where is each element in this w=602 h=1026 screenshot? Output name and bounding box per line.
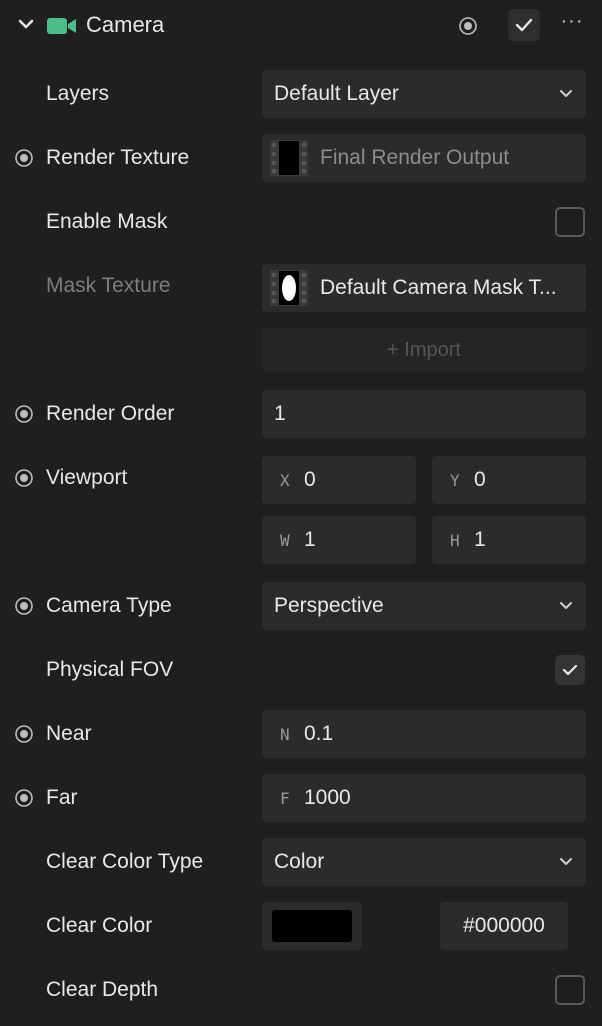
clear-depth-checkbox[interactable] bbox=[555, 975, 585, 1005]
clear-depth-label: Clear Depth bbox=[46, 978, 159, 1001]
viewport-animate-icon[interactable] bbox=[14, 468, 34, 488]
chevron-down-icon bbox=[560, 90, 572, 97]
layers-dropdown[interactable]: Default Layer bbox=[262, 70, 586, 118]
render-texture-label: Render Texture bbox=[46, 146, 190, 169]
physical-fov-label: Physical FOV bbox=[46, 658, 174, 681]
clear-color-type-label: Clear Color Type bbox=[46, 850, 204, 873]
clear-color-hex-input[interactable]: #000000 bbox=[440, 902, 568, 950]
clear-color-type-dropdown[interactable]: Color bbox=[262, 838, 586, 886]
near-label: Near bbox=[46, 722, 92, 745]
render-texture-value: Final Render Output bbox=[320, 146, 510, 169]
near-input[interactable]: N 0.1 bbox=[262, 710, 586, 758]
physical-fov-checkbox[interactable] bbox=[555, 655, 585, 685]
animate-toggle-icon[interactable] bbox=[458, 16, 478, 36]
clear-color-picker[interactable] bbox=[262, 902, 362, 950]
render-order-animate-icon[interactable] bbox=[14, 404, 34, 424]
y-prefix: Y bbox=[450, 471, 460, 490]
enable-mask-checkbox[interactable] bbox=[555, 207, 585, 237]
viewport-y-input[interactable]: Y 0 bbox=[432, 456, 586, 504]
mask-texture-label: Mask Texture bbox=[46, 274, 171, 297]
viewport-x-value: 0 bbox=[304, 468, 316, 491]
check-icon bbox=[562, 664, 578, 676]
viewport-y-value: 0 bbox=[474, 468, 486, 491]
near-animate-icon[interactable] bbox=[14, 724, 34, 744]
mask-texture-value: Default Camera Mask T... bbox=[320, 276, 557, 299]
camera-type-animate-icon[interactable] bbox=[14, 596, 34, 616]
component-title: Camera bbox=[86, 12, 165, 37]
mask-thumbnail-icon bbox=[270, 270, 308, 306]
viewport-h-value: 1 bbox=[474, 528, 486, 551]
camera-component-header: Camera ··· bbox=[0, 0, 602, 52]
viewport-w-value: 1 bbox=[304, 528, 316, 551]
far-input[interactable]: F 1000 bbox=[262, 774, 586, 822]
enable-mask-label: Enable Mask bbox=[46, 210, 168, 233]
collapse-chevron-icon[interactable] bbox=[18, 16, 34, 32]
w-prefix: W bbox=[280, 531, 290, 550]
far-label: Far bbox=[46, 786, 78, 809]
check-icon bbox=[515, 18, 533, 32]
render-order-input[interactable]: 1 bbox=[262, 390, 586, 438]
import-button[interactable]: + Import bbox=[262, 328, 586, 372]
viewport-w-input[interactable]: W 1 bbox=[262, 516, 416, 564]
mask-texture-field[interactable]: Default Camera Mask T... bbox=[262, 264, 586, 312]
color-swatch bbox=[272, 910, 352, 942]
viewport-h-input[interactable]: H 1 bbox=[432, 516, 586, 564]
viewport-label: Viewport bbox=[46, 466, 128, 489]
texture-thumbnail-icon bbox=[270, 140, 308, 176]
clear-color-type-value: Color bbox=[274, 850, 325, 873]
layers-value: Default Layer bbox=[274, 82, 399, 105]
near-value: 0.1 bbox=[304, 722, 334, 745]
x-prefix: X bbox=[280, 471, 290, 490]
more-options-button[interactable]: ··· bbox=[556, 10, 588, 40]
chevron-down-icon bbox=[560, 858, 572, 865]
h-prefix: H bbox=[450, 531, 460, 550]
render-texture-animate-icon[interactable] bbox=[14, 148, 34, 168]
render-texture-field[interactable]: Final Render Output bbox=[262, 134, 586, 182]
viewport-x-input[interactable]: X 0 bbox=[262, 456, 416, 504]
far-value: 1000 bbox=[304, 786, 351, 809]
clear-color-label: Clear Color bbox=[46, 914, 153, 937]
component-enabled-checkbox[interactable] bbox=[508, 9, 540, 41]
layers-label: Layers bbox=[46, 82, 110, 105]
far-animate-icon[interactable] bbox=[14, 788, 34, 808]
render-order-label: Render Order bbox=[46, 402, 175, 425]
n-prefix: N bbox=[280, 725, 290, 744]
camera-type-label: Camera Type bbox=[46, 594, 172, 617]
render-order-value: 1 bbox=[274, 402, 286, 425]
camera-icon bbox=[47, 18, 76, 34]
f-prefix: F bbox=[280, 789, 290, 808]
chevron-down-icon bbox=[560, 602, 572, 609]
camera-type-dropdown[interactable]: Perspective bbox=[262, 582, 586, 630]
camera-type-value: Perspective bbox=[274, 594, 384, 617]
